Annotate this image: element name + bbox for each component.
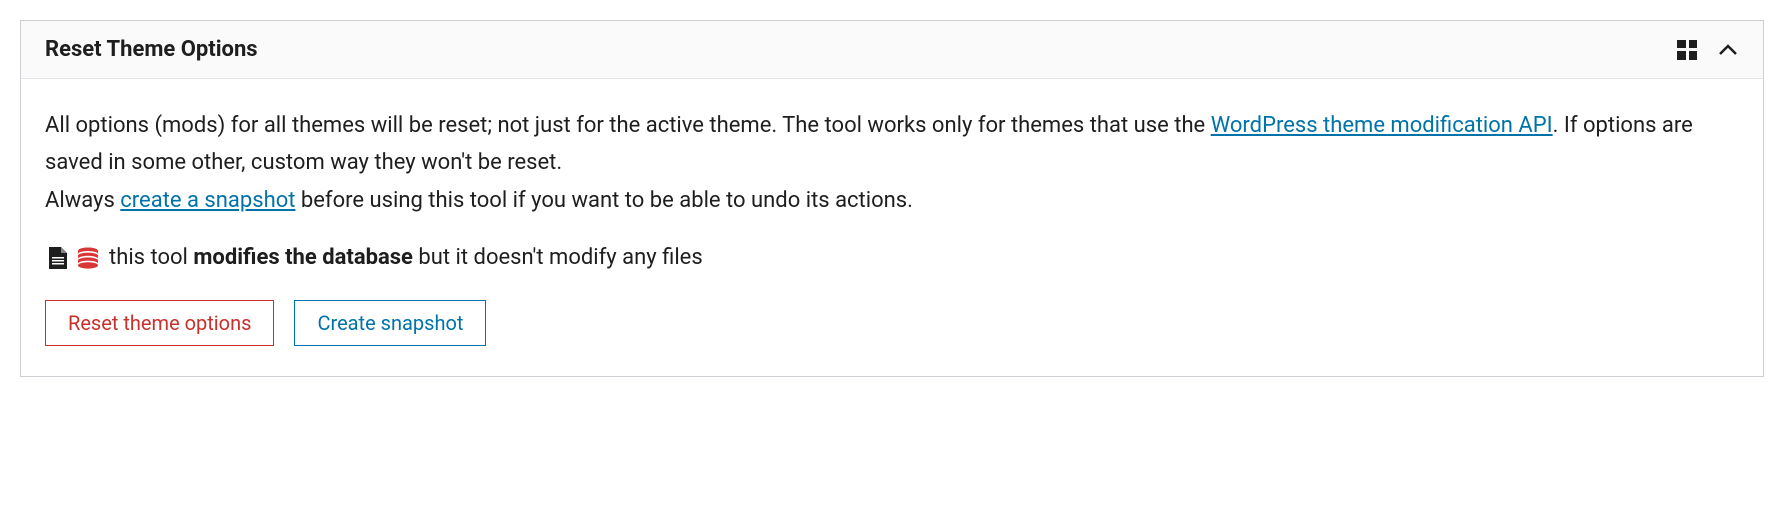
chevron-up-icon[interactable] [1717, 39, 1739, 61]
panel-header: Reset Theme Options [21, 21, 1763, 79]
panel-title: Reset Theme Options [45, 37, 258, 62]
grid-icon[interactable] [1677, 40, 1697, 60]
description-text: before using this tool if you want to be… [295, 188, 913, 213]
panel-description: All options (mods) for all themes will b… [45, 107, 1739, 219]
create-snapshot-link[interactable]: create a snapshot [120, 188, 295, 213]
create-snapshot-button[interactable]: Create snapshot [294, 300, 486, 346]
panel-body: All options (mods) for all themes will b… [21, 79, 1763, 376]
description-text: All options (mods) for all themes will b… [45, 113, 1211, 138]
button-row: Reset theme options Create snapshot [45, 300, 1739, 346]
reset-theme-options-panel: Reset Theme Options All options (mods) f… [20, 20, 1764, 377]
panel-controls [1677, 39, 1739, 61]
info-strong: modifies the database [193, 245, 413, 270]
info-text: this tool modifies the database but it d… [109, 245, 703, 270]
database-icon [77, 247, 99, 269]
reset-theme-options-button[interactable]: Reset theme options [45, 300, 274, 346]
file-icon [49, 247, 67, 269]
wp-theme-api-link[interactable]: WordPress theme modification API [1211, 113, 1553, 138]
description-text: Always [45, 188, 120, 213]
info-line: this tool modifies the database but it d… [45, 245, 1739, 270]
